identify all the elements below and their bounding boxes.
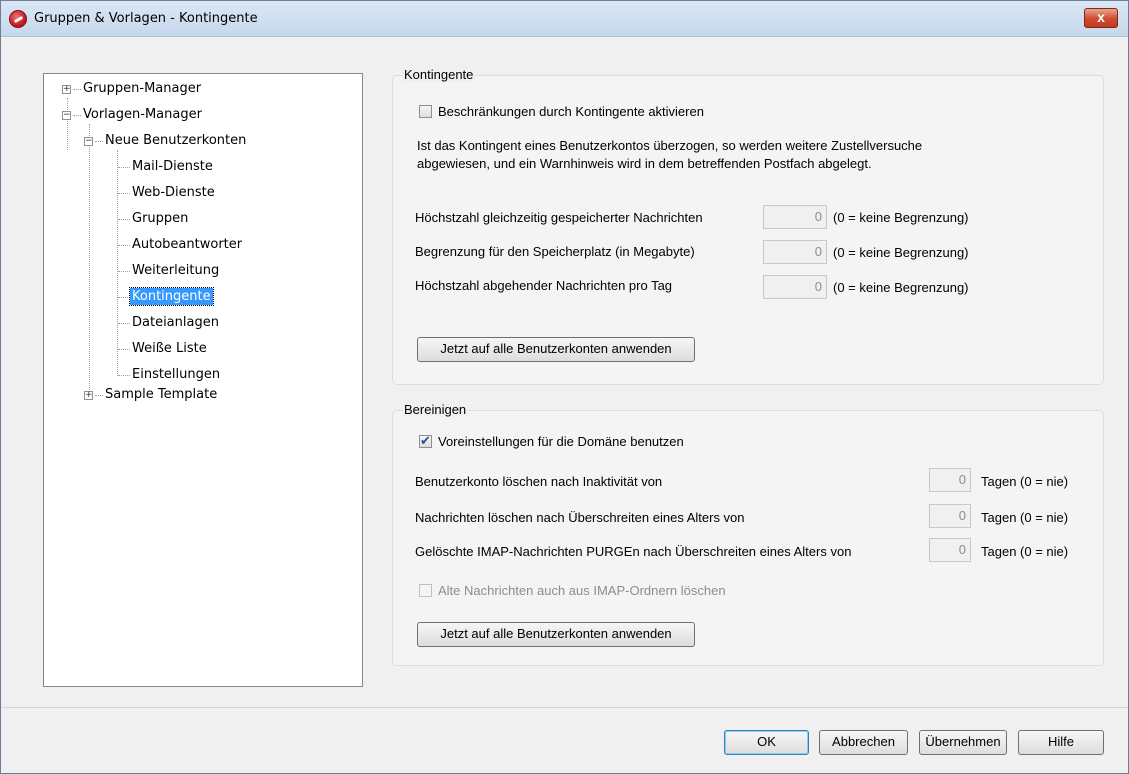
tree-line — [118, 193, 130, 194]
apply-button[interactable]: Übernehmen — [919, 730, 1007, 755]
app-logo-icon — [9, 10, 27, 28]
tree-item-label: Mail-Dienste — [132, 159, 213, 174]
tree-line — [89, 124, 90, 396]
tree-item-label: Weiße Liste — [132, 341, 207, 356]
outgoing-per-day-field[interactable]: 0 — [763, 275, 827, 299]
outgoing-per-day-label: Höchstzahl abgehender Nachrichten pro Ta… — [415, 278, 673, 293]
collapse-minus-icon[interactable]: − — [62, 111, 71, 120]
expand-plus-icon[interactable]: + — [62, 85, 71, 94]
tree-item-label: Kontingente — [129, 287, 214, 306]
tree-item-einstellungen[interactable]: Einstellungen — [130, 365, 222, 385]
tree-item-label: Gruppen-Manager — [83, 81, 202, 96]
purge-imap-label: Gelöschte IMAP-Nachrichten PURGEn nach Ü… — [415, 544, 852, 559]
tree-item-label: Autobeantworter — [132, 237, 243, 252]
use-domain-defaults-checkbox[interactable] — [419, 433, 432, 449]
tree-item-weisse-liste[interactable]: Weiße Liste — [130, 339, 209, 359]
disk-space-field[interactable]: 0 — [763, 240, 827, 264]
tree-line — [118, 297, 130, 298]
old-messages-label: Nachrichten löschen nach Überschreiten e… — [415, 510, 745, 525]
collapse-minus-icon[interactable]: − — [84, 137, 93, 146]
max-messages-label: Höchstzahl gleichzeitig gespeicherter Na… — [415, 210, 703, 225]
tree-item-label: Web-Dienste — [132, 185, 215, 200]
tree-item-label: Einstellungen — [132, 367, 221, 382]
tree-line — [118, 245, 130, 246]
enable-quotas-label[interactable]: Beschränkungen durch Kontingente aktivie… — [438, 104, 704, 119]
tree-line — [118, 375, 130, 376]
max-messages-hint: (0 = keine Begrenzung) — [833, 210, 969, 225]
inactive-account-unit: Tagen (0 = nie) — [981, 474, 1069, 489]
imap-folders-label[interactable]: Alte Nachrichten auch aus IMAP-Ordnern l… — [438, 583, 726, 598]
close-button[interactable]: x — [1084, 8, 1118, 28]
tree-line — [118, 219, 130, 220]
help-button[interactable]: Hilfe — [1018, 730, 1104, 755]
tree-line — [118, 167, 130, 168]
cleanup-apply-all-button[interactable]: Jetzt auf alle Benutzerkonten anwenden — [417, 622, 695, 647]
tree-item-label: Weiterleitung — [132, 263, 220, 278]
disk-space-label: Begrenzung für den Speicherplatz (in Meg… — [415, 244, 695, 259]
enable-quotas-checkbox[interactable] — [419, 105, 432, 118]
tree-item-label: Gruppen — [132, 211, 189, 226]
tree-item-mail-dienste[interactable]: Mail-Dienste — [130, 157, 215, 177]
inactive-account-field[interactable]: 0 — [929, 468, 971, 492]
cancel-button[interactable]: Abbrechen — [819, 730, 908, 755]
tree-item-vorlagen-manager[interactable]: Vorlagen-Manager — [81, 105, 204, 125]
tree-item-label: Vorlagen-Manager — [83, 107, 202, 122]
tree-item-web-dienste[interactable]: Web-Dienste — [130, 183, 217, 203]
quotas-description-line2: abgewiesen, und ein Warnhinweis wird in … — [417, 156, 872, 171]
tree-item-kontingente[interactable]: Kontingente — [129, 287, 214, 307]
disk-space-hint: (0 = keine Begrenzung) — [833, 245, 969, 260]
purge-imap-field[interactable]: 0 — [929, 538, 971, 562]
tree-item-gruppen-manager[interactable]: Gruppen-Manager — [81, 79, 203, 99]
dialog-window: Gruppen & Vorlagen - Kontingente x + Gru… — [0, 0, 1129, 774]
tree-line — [118, 349, 130, 350]
navigation-tree[interactable]: + Gruppen-Manager − Vorlagen-Manager − N… — [43, 73, 363, 687]
tree-item-label: Dateianlagen — [132, 315, 219, 330]
footer-separator — [1, 707, 1128, 708]
tree-line — [95, 395, 103, 396]
tree-item-gruppen[interactable]: Gruppen — [130, 209, 190, 229]
expand-plus-icon[interactable]: + — [84, 391, 93, 400]
tree-item-dateianlagen[interactable]: Dateianlagen — [130, 313, 221, 333]
tree-line — [73, 89, 81, 90]
old-messages-unit: Tagen (0 = nie) — [981, 510, 1069, 525]
cleanup-group-title: Bereinigen — [402, 402, 469, 417]
imap-folders-checkbox[interactable] — [419, 584, 432, 597]
ok-button[interactable]: OK — [724, 730, 809, 755]
tree-line — [117, 150, 118, 376]
tree-item-label: Neue Benutzerkonten — [105, 133, 247, 148]
max-messages-field[interactable]: 0 — [763, 205, 827, 229]
tree-item-weiterleitung[interactable]: Weiterleitung — [130, 261, 221, 281]
quotas-apply-all-button[interactable]: Jetzt auf alle Benutzerkonten anwenden — [417, 337, 695, 362]
tree-line — [73, 115, 81, 116]
tree-item-autobeantworter[interactable]: Autobeantworter — [130, 235, 244, 255]
tree-item-sample-template[interactable]: Sample Template — [103, 385, 219, 405]
use-domain-defaults-label[interactable]: Voreinstellungen für die Domäne benutzen — [438, 434, 684, 449]
tree-item-neue-benutzerkonten[interactable]: Neue Benutzerkonten — [103, 131, 248, 151]
tree-line — [95, 141, 103, 142]
quotas-group-title: Kontingente — [402, 67, 476, 82]
title-bar: Gruppen & Vorlagen - Kontingente x — [1, 1, 1128, 37]
tree-line — [67, 98, 68, 150]
tree-line — [118, 323, 130, 324]
quotas-description-line1: Ist das Kontingent eines Benutzerkontos … — [417, 138, 923, 153]
purge-imap-unit: Tagen (0 = nie) — [981, 544, 1069, 559]
outgoing-per-day-hint: (0 = keine Begrenzung) — [833, 280, 969, 295]
tree-item-label: Sample Template — [105, 387, 218, 402]
inactive-account-label: Benutzerkonto löschen nach Inaktivität v… — [415, 474, 663, 489]
old-messages-field[interactable]: 0 — [929, 504, 971, 528]
window-title: Gruppen & Vorlagen - Kontingente — [34, 11, 258, 26]
tree-line — [118, 271, 130, 272]
